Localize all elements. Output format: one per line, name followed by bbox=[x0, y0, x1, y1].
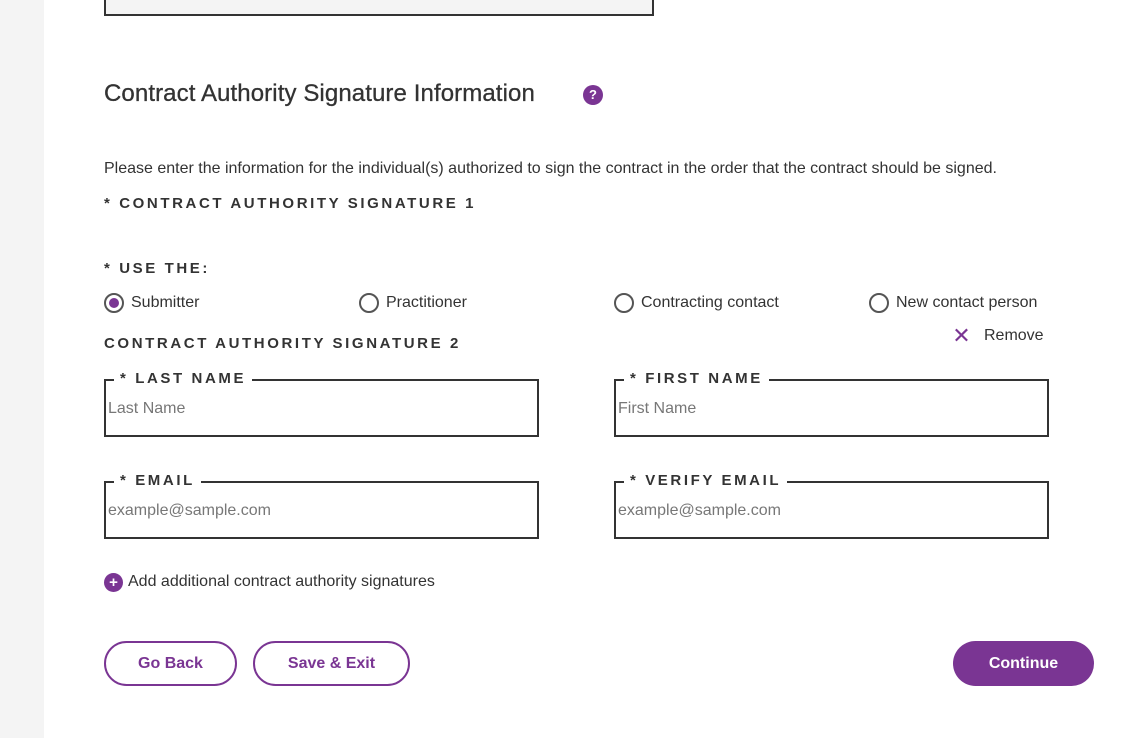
radio-submitter[interactable]: Submitter bbox=[104, 292, 199, 314]
last-name-field: * LAST NAME bbox=[104, 369, 539, 437]
radio-button[interactable] bbox=[359, 293, 379, 313]
go-back-button[interactable]: Go Back bbox=[104, 641, 237, 686]
signature-2-label: CONTRACT AUTHORITY SIGNATURE 2 bbox=[104, 335, 461, 352]
first-name-field: * FIRST NAME bbox=[614, 369, 1049, 437]
save-exit-button[interactable]: Save & Exit bbox=[253, 641, 410, 686]
radio-contracting-contact[interactable]: Contracting contact bbox=[614, 292, 779, 314]
last-name-input[interactable] bbox=[106, 391, 537, 427]
verify-email-input[interactable] bbox=[616, 493, 1047, 529]
email-input[interactable] bbox=[106, 493, 537, 529]
last-name-label: * LAST NAME bbox=[114, 369, 253, 389]
remove-label: Remove bbox=[984, 327, 1044, 344]
radio-new-contact-person[interactable]: New contact person bbox=[869, 292, 1037, 314]
left-rail bbox=[0, 0, 44, 738]
radio-label: New contact person bbox=[896, 294, 1038, 311]
first-name-label: * FIRST NAME bbox=[624, 369, 769, 389]
verify-email-label: * VERIFY EMAIL bbox=[624, 471, 788, 491]
plus-icon[interactable]: + bbox=[104, 572, 123, 592]
verify-email-field: * VERIFY EMAIL bbox=[614, 471, 1049, 539]
email-label: * EMAIL bbox=[114, 471, 201, 491]
radio-button[interactable] bbox=[614, 293, 634, 313]
radio-label: Submitter bbox=[131, 294, 200, 311]
email-field: * EMAIL bbox=[104, 471, 539, 539]
radio-label: Practitioner bbox=[386, 294, 467, 311]
radio-label: Contracting contact bbox=[641, 294, 779, 311]
radio-button-checked[interactable] bbox=[104, 293, 124, 313]
question-mark-icon[interactable]: ? bbox=[583, 85, 603, 105]
radio-practitioner[interactable]: Practitioner bbox=[359, 292, 467, 314]
instructions-text: Please enter the information for the ind… bbox=[104, 160, 997, 177]
add-signature-link[interactable]: + Add additional contract authority sign… bbox=[104, 571, 435, 593]
close-icon[interactable]: ✕ bbox=[952, 325, 971, 347]
continue-button[interactable]: Continue bbox=[953, 641, 1094, 686]
add-signature-label: Add additional contract authority signat… bbox=[128, 573, 435, 590]
use-the-label: * USE THE: bbox=[104, 260, 211, 277]
remove-button[interactable]: ✕ Remove bbox=[952, 325, 1044, 347]
section-title: Contract Authority Signature Information bbox=[104, 80, 535, 107]
signature-1-label: * CONTRACT AUTHORITY SIGNATURE 1 bbox=[104, 195, 477, 212]
radio-button[interactable] bbox=[869, 293, 889, 313]
previous-field-box[interactable] bbox=[104, 0, 654, 16]
first-name-input[interactable] bbox=[616, 391, 1047, 427]
